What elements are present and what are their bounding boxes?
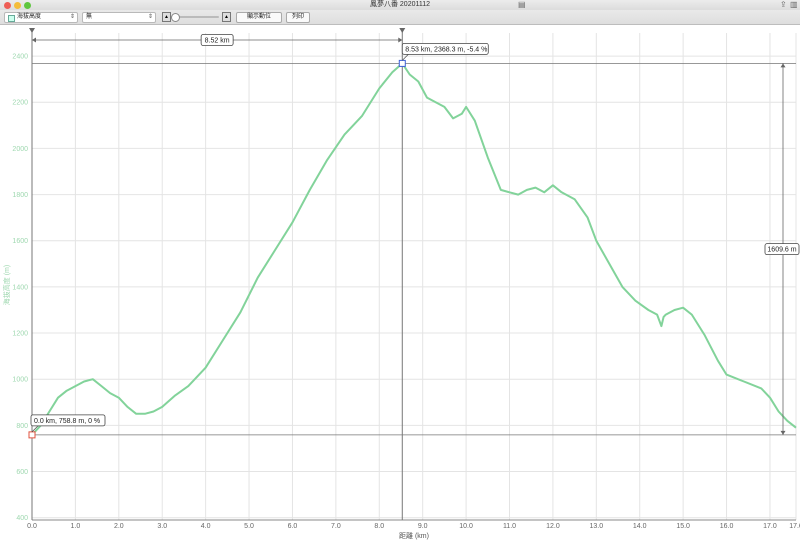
print-button[interactable]: 列印 bbox=[286, 12, 310, 23]
mode-select[interactable]: 海拔高度 ⇕ bbox=[4, 12, 78, 23]
arrow-up-icon bbox=[780, 63, 786, 68]
x-axis-label: 距離 (km) bbox=[399, 531, 429, 540]
y-tick-label: 1000 bbox=[12, 377, 28, 384]
x-tick-label: 14.0 bbox=[633, 523, 647, 530]
x-tick-label: 13.0 bbox=[590, 523, 604, 530]
x-axis-ticks: 0.0 1.0 2.0 3.0 4.0 5.0 6.0 7.0 8.0 9.0 10.0 11.0 12… bbox=[27, 523, 800, 530]
elevation-swatch-icon bbox=[8, 15, 15, 22]
start-point-marker bbox=[28, 431, 36, 439]
cursor-marker-icon bbox=[399, 28, 406, 33]
x-tick-label: 2.0 bbox=[114, 523, 124, 530]
y-tick-label: 1400 bbox=[12, 284, 28, 291]
y-tick-label: 1200 bbox=[12, 331, 28, 338]
y-tick-label: 400 bbox=[16, 515, 28, 522]
chart-grid bbox=[31, 33, 797, 520]
y-axis-ticks: 400 600 800 1000 1200 1400 1600 1800 2000 2200 240… bbox=[12, 54, 28, 523]
x-tick-label: 11.0 bbox=[503, 523, 516, 530]
x-tick-label: 0.0 bbox=[27, 523, 37, 530]
zoom-out-icon[interactable]: ▲ bbox=[162, 12, 171, 22]
mode-select-label: 海拔高度 bbox=[17, 14, 42, 20]
arrow-down-icon bbox=[780, 430, 786, 435]
updown-chevron-icon: ⇕ bbox=[147, 14, 153, 20]
y-tick-label: 1600 bbox=[12, 238, 28, 245]
secondary-select-label: 無 bbox=[86, 14, 93, 20]
x-tick-label: 17.6 bbox=[789, 523, 800, 530]
elevation-span-label: 1609.6 m bbox=[767, 247, 796, 254]
zoom-slider[interactable] bbox=[175, 16, 219, 18]
zoom-in-icon[interactable]: ▲ bbox=[222, 12, 231, 22]
y-tick-label: 800 bbox=[16, 423, 28, 430]
elevation-chart[interactable]: 400 600 800 1000 1200 1400 1600 1800 2000 2200 240… bbox=[0, 25, 800, 542]
start-marker-icon bbox=[29, 28, 35, 33]
toolbar: 海拔高度 ⇕ 無 ⇕ ▲ ▲ 顯示動位 列印 bbox=[0, 10, 800, 25]
y-tick-label: 1800 bbox=[12, 192, 28, 199]
y-tick-label: 2000 bbox=[12, 146, 28, 153]
x-tick-label: 7.0 bbox=[331, 523, 341, 530]
x-tick-label: 3.0 bbox=[157, 523, 167, 530]
distance-span-label: 8.52 km bbox=[205, 38, 230, 45]
chart-viewport[interactable]: 400 600 800 1000 1200 1400 1600 1800 2000 2200 240… bbox=[0, 25, 800, 542]
window-title: 鳳夢八番 20201112 bbox=[369, 1, 431, 8]
x-tick-label: 4.0 bbox=[201, 523, 211, 530]
cursor-callout-leader bbox=[402, 54, 409, 61]
x-tick-label: 1.0 bbox=[71, 523, 81, 530]
arrow-left-icon bbox=[32, 37, 36, 43]
sidebar-icon[interactable]: ▥ bbox=[790, 1, 798, 9]
x-tick-label: 16.0 bbox=[720, 523, 734, 530]
cursor-point-marker bbox=[398, 59, 406, 67]
document-icon: ▤ bbox=[518, 0, 526, 9]
x-tick-label: 17.0 bbox=[763, 523, 777, 530]
x-tick-label: 9.0 bbox=[418, 523, 428, 530]
show-units-button[interactable]: 顯示動位 bbox=[236, 12, 282, 23]
updown-chevron-icon: ⇕ bbox=[69, 14, 75, 20]
x-tick-label: 12.0 bbox=[546, 523, 560, 530]
secondary-select[interactable]: 無 ⇕ bbox=[82, 12, 156, 23]
x-tick-label: 10.0 bbox=[459, 523, 473, 530]
y-axis-label: 海拔高度 (m) bbox=[2, 265, 11, 305]
x-tick-label: 8.0 bbox=[374, 523, 384, 530]
share-icon[interactable]: ⇪ bbox=[780, 1, 787, 9]
y-tick-label: 600 bbox=[16, 469, 28, 476]
x-tick-label: 5.0 bbox=[244, 523, 254, 530]
x-tick-label: 15.0 bbox=[676, 523, 690, 530]
cursor-callout-label: 8.53 km, 2368.3 m, -5.4 % bbox=[405, 46, 487, 53]
y-tick-label: 2200 bbox=[12, 100, 28, 107]
x-tick-label: 6.0 bbox=[288, 523, 298, 530]
y-tick-label: 2400 bbox=[12, 54, 28, 61]
zoom-slider-knob[interactable] bbox=[171, 13, 180, 22]
arrow-right-icon bbox=[398, 37, 403, 43]
start-callout-label: 0.0 km, 758.8 m, 0 % bbox=[34, 418, 100, 425]
